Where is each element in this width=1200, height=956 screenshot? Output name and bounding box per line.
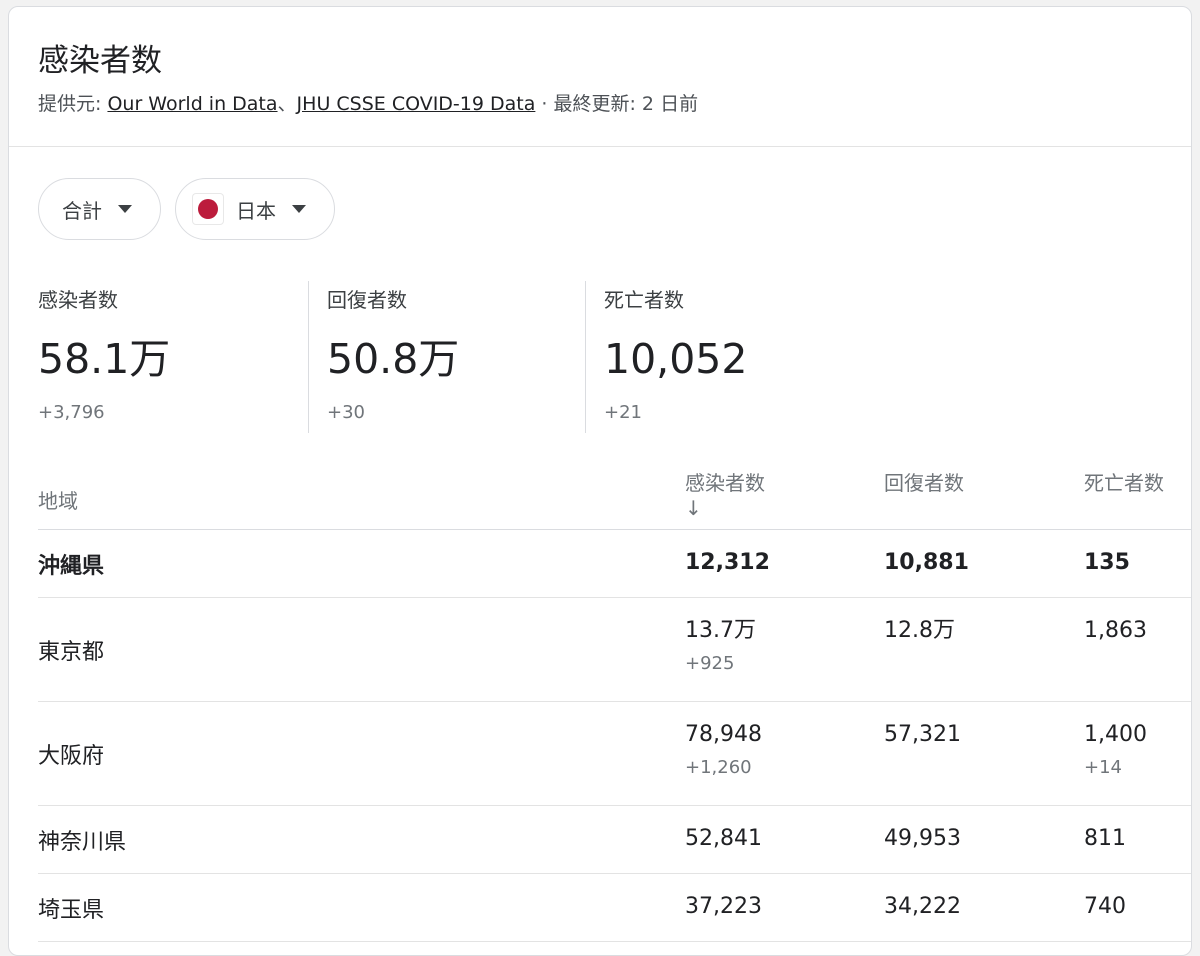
caret-down-icon: [292, 205, 306, 213]
filter-bar: 合計 日本: [38, 178, 335, 240]
covid-stats-card: 感染者数 提供元: Our World in Data、JHU CSSE COV…: [8, 6, 1192, 956]
header-region: 地域: [38, 489, 78, 513]
cases-value: 52,841: [685, 826, 762, 851]
deaths-delta: +14: [1084, 757, 1122, 778]
recovered-value: 57,321: [884, 722, 961, 747]
source-link-owid[interactable]: Our World in Data: [107, 93, 277, 115]
deaths-value: 135: [1084, 550, 1130, 575]
country-dropdown-label: 日本: [236, 198, 276, 223]
recovered-cell: 49,953: [884, 824, 961, 854]
recovered-cell: 10,881: [884, 548, 969, 578]
deaths-cell: 1,400 +14: [1084, 720, 1147, 781]
table-row[interactable]: 神奈川県 52,841 49,953 811: [38, 806, 1191, 874]
table-header: 地域 感染者数↓ 回復者数 死亡者数: [38, 457, 1191, 530]
header-cases-sort[interactable]: 感染者数↓: [685, 471, 775, 521]
cases-value: 12,312: [685, 550, 770, 575]
japan-flag-icon: [192, 193, 224, 225]
cases-cell: 78,948 +1,260: [685, 720, 762, 781]
region-table: 地域 感染者数↓ 回復者数 死亡者数 沖縄県 12,312 10,881 135…: [38, 457, 1191, 942]
total-dropdown-label: 合計: [62, 198, 102, 223]
stat-label: 死亡者数: [604, 288, 684, 312]
cases-cell: 52,841: [685, 824, 762, 854]
stat-value: 10,052: [604, 335, 748, 383]
region-name: 埼玉県: [38, 898, 105, 923]
cases-cell: 13.7万 +925: [685, 616, 756, 677]
stat-delta: +30: [327, 402, 365, 423]
table-row[interactable]: 大阪府 78,948 +1,260 57,321 1,400 +14: [38, 702, 1191, 806]
table-row[interactable]: 沖縄県 12,312 10,881 135: [38, 530, 1191, 598]
cases-cell: 37,223: [685, 892, 762, 922]
summary-stats: 感染者数 58.1万 +3,796 回復者数 50.8万 +30 死亡者数 10…: [38, 281, 885, 433]
deaths-value: 740: [1084, 894, 1126, 919]
stat-recovered: 回復者数 50.8万 +30: [308, 281, 585, 433]
deaths-value: 1,863: [1084, 618, 1147, 643]
cases-cell: 12,312: [685, 548, 770, 578]
recovered-value: 12.8万: [884, 618, 955, 643]
region-name: 大阪府: [38, 744, 105, 769]
header-deaths[interactable]: 死亡者数: [1084, 471, 1174, 496]
table-row[interactable]: 埼玉県 37,223 34,222 740: [38, 874, 1191, 942]
recovered-value: 34,222: [884, 894, 961, 919]
deaths-value: 1,400: [1084, 722, 1147, 747]
deaths-value: 811: [1084, 826, 1126, 851]
stat-label: 感染者数: [38, 288, 118, 312]
cases-delta: +925: [685, 653, 735, 674]
page-title: 感染者数: [38, 43, 162, 79]
recovered-cell: 34,222: [884, 892, 961, 922]
header-recovered[interactable]: 回復者数: [884, 471, 974, 496]
cases-value: 13.7万: [685, 618, 756, 643]
caret-down-icon: [118, 205, 132, 213]
stat-delta: +21: [604, 402, 642, 423]
card-header: 感染者数 提供元: Our World in Data、JHU CSSE COV…: [9, 7, 1191, 147]
region-name: 沖縄県: [38, 554, 105, 579]
total-dropdown[interactable]: 合計: [38, 178, 161, 240]
table-row[interactable]: 東京都 13.7万 +925 12.8万 1,863: [38, 598, 1191, 702]
recovered-cell: 57,321: [884, 720, 961, 750]
country-dropdown[interactable]: 日本: [175, 178, 335, 240]
stat-value: 50.8万: [327, 335, 460, 383]
source-link-jhu[interactable]: JHU CSSE COVID-19 Data: [297, 93, 536, 115]
region-name: 神奈川県: [38, 830, 127, 855]
stat-label: 回復者数: [327, 288, 407, 312]
stat-value: 58.1万: [38, 335, 171, 383]
recovered-value: 49,953: [884, 826, 961, 851]
cases-value: 78,948: [685, 722, 762, 747]
last-updated: · 最終更新: 2 日前: [535, 93, 699, 115]
deaths-cell: 811: [1084, 824, 1126, 854]
source-separator: 、: [277, 93, 297, 115]
source-prefix: 提供元:: [38, 93, 108, 115]
stat-deaths: 死亡者数 10,052 +21: [585, 281, 885, 433]
recovered-value: 10,881: [884, 550, 969, 575]
deaths-cell: 740: [1084, 892, 1126, 922]
stat-cases: 感染者数 58.1万 +3,796: [38, 281, 308, 433]
deaths-cell: 1,863: [1084, 616, 1147, 646]
region-name: 東京都: [38, 640, 105, 665]
deaths-cell: 135: [1084, 548, 1130, 578]
recovered-cell: 12.8万: [884, 616, 955, 646]
cases-value: 37,223: [685, 894, 762, 919]
cases-delta: +1,260: [685, 757, 752, 778]
source-line: 提供元: Our World in Data、JHU CSSE COVID-19…: [38, 91, 1191, 117]
stat-delta: +3,796: [38, 402, 105, 423]
